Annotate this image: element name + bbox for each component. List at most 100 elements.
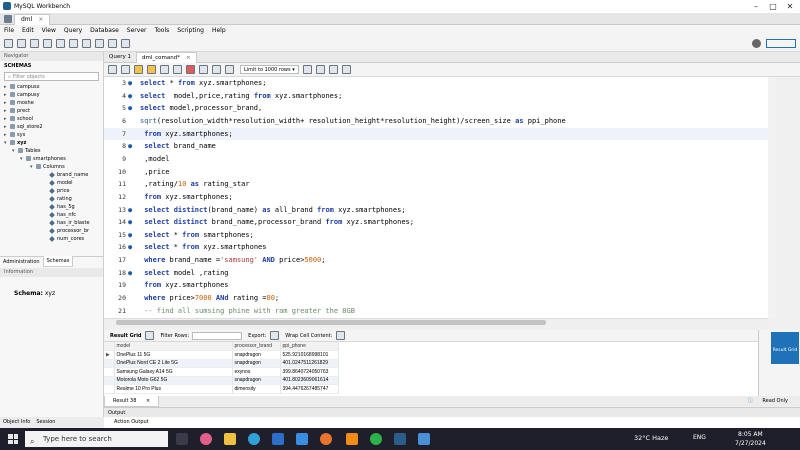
tab-dml-comand[interactable]: dml_comand* × [135, 51, 197, 63]
clock[interactable]: 8:05 AM 7/27/2024 [735, 430, 766, 448]
editor-horizontal-scrollbar[interactable] [104, 318, 768, 326]
table-cell-model[interactable]: Realme 10 Pro Plus [114, 384, 233, 394]
code-text[interactable]: -- find all sumsing phine with ram great… [140, 305, 355, 318]
app-icon[interactable] [418, 433, 430, 445]
menu-file[interactable]: File [0, 25, 18, 36]
table-cell-model[interactable]: OnePlus 11 5G [114, 350, 233, 360]
column-item[interactable]: has_nfc [4, 211, 103, 219]
action-output-select[interactable]: Action Output [114, 419, 149, 425]
tab-query-1[interactable]: Query 1 [104, 52, 136, 63]
table-cell-processor-brand[interactable]: snapdragon [232, 350, 281, 360]
table-cell-model[interactable]: OnePlus Nord CE 2 Lite 5G [114, 359, 233, 368]
code-line[interactable]: 13 ● select distinct(brand_name) as all_b… [104, 204, 768, 217]
code-line[interactable]: 12 from xyz.smartphones; [104, 191, 768, 204]
settings-gear-icon[interactable] [752, 39, 761, 48]
column-item[interactable]: num_cores [4, 235, 103, 243]
code-text[interactable]: select distinct(brand_name) as all_brand… [140, 204, 405, 217]
firefox-icon[interactable] [320, 433, 332, 445]
menu-query[interactable]: Query [60, 25, 86, 36]
menu-help[interactable]: Help [208, 25, 230, 36]
table-cell-processor-brand[interactable]: snapdragon [232, 376, 281, 385]
schema-prect[interactable]: ▸ prect [4, 107, 103, 115]
code-line[interactable]: 14 ● select distinct brand_name,processor… [104, 216, 768, 229]
tab-object-info[interactable]: Object Info [0, 417, 33, 428]
taskbar-search-input[interactable]: ⌕ Type here to search [25, 431, 168, 447]
tray-language[interactable]: ENG [693, 434, 706, 441]
commit-icon[interactable] [199, 65, 208, 74]
code-line[interactable]: 6 sqrt(resolution_width*resolution_width+… [104, 115, 768, 128]
editor-vertical-scrollbar[interactable] [768, 77, 776, 318]
code-line[interactable]: 4 ● select model,price,rating from xyz.sma… [104, 90, 768, 103]
column-item[interactable]: has_ir_blaste [4, 219, 103, 227]
create-schema-icon[interactable] [43, 39, 52, 48]
column-item[interactable]: processor_br [4, 227, 103, 235]
grid-icon[interactable] [145, 331, 155, 340]
table-row[interactable]: Samsung Galaxy A14 5G exynos 399.864072405… [104, 367, 339, 377]
tab-schemas[interactable]: Schemas [42, 256, 74, 267]
windows-start-icon[interactable] [8, 434, 18, 444]
execute-icon[interactable] [134, 65, 143, 74]
layout-toggle-icon[interactable] [766, 39, 796, 48]
code-text[interactable]: from xyz.smartphones; [140, 128, 233, 141]
create-procedure-icon[interactable] [82, 39, 91, 48]
open-sql-script-icon[interactable] [17, 39, 26, 48]
code-line[interactable]: 18 ● select model ,rating [104, 267, 768, 280]
scrollbar-thumb[interactable] [116, 320, 546, 325]
menu-edit[interactable]: Edit [18, 25, 38, 36]
weather-widget[interactable]: 32°C Haze [634, 434, 668, 442]
export-icon[interactable] [270, 331, 280, 340]
autocommit-icon[interactable] [225, 65, 234, 74]
home-icon[interactable] [4, 15, 12, 23]
code-text[interactable]: select * from smartphones; [140, 229, 254, 242]
store-icon[interactable] [296, 433, 308, 445]
code-line[interactable]: 7 from xyz.smartphones; [104, 127, 768, 141]
reconnect-icon[interactable] [121, 39, 130, 48]
schema-sys[interactable]: ▸ sys [4, 131, 103, 139]
code-text[interactable]: where price>7000 ANd rating =80; [140, 292, 279, 305]
schema-school[interactable]: ▸ school [4, 115, 103, 123]
code-line[interactable]: 19 from xyz.smartphones [104, 279, 768, 292]
code-text[interactable]: select distinct brand_name,processor_bra… [140, 216, 414, 229]
code-line[interactable]: 16 ● select * from xyz.smartphones [104, 241, 768, 254]
edge-icon[interactable] [248, 433, 260, 445]
code-text[interactable]: select * from xyz.smartphones; [140, 77, 266, 90]
invisible-chars-icon[interactable] [328, 65, 338, 74]
menu-tools[interactable]: Tools [150, 25, 173, 36]
mail-icon[interactable] [272, 433, 284, 445]
code-line[interactable]: 8 ● select brand_name [104, 140, 768, 153]
table-cell-ppi-phone[interactable]: 525.9210168998101 [280, 350, 339, 360]
table-cell-model[interactable]: Samsung Galaxy A14 5G [114, 367, 233, 377]
column-item[interactable]: model [4, 179, 103, 187]
column-header-model[interactable]: model [114, 342, 233, 351]
schema-moshe[interactable]: ▸ moshe [4, 99, 103, 107]
table-row[interactable]: Motorola Moto G62 5G snapdragon 401.802360… [104, 376, 339, 385]
menu-database[interactable]: Database [86, 25, 123, 36]
result-grid[interactable]: model processor_brand ppi_phone ▶ OnePlus… [104, 342, 758, 396]
wrap-cell-icon[interactable] [336, 331, 346, 340]
toggle-error-icon[interactable] [186, 65, 195, 74]
code-text[interactable]: sqrt(resolution_width*resolution_width+ … [140, 115, 566, 128]
tab-administration[interactable]: Administration [0, 257, 43, 267]
table-cell-processor-brand[interactable]: dimensity [232, 384, 281, 394]
sql-editor[interactable]: 3 ● select * from xyz.smartphones; 4 ● select… [104, 77, 768, 318]
code-line[interactable]: 11 ,rating/10 as rating_star [104, 178, 768, 191]
open-file-icon[interactable] [108, 65, 117, 74]
code-line[interactable]: 15 ● select * from smartphones; [104, 229, 768, 242]
result-grid-side-button[interactable]: Result Grid [771, 332, 799, 364]
code-line[interactable]: 21 -- find all sumsing phine with ram gr… [104, 305, 768, 318]
menu-view[interactable]: View [38, 25, 60, 36]
create-view-icon[interactable] [69, 39, 78, 48]
table-cell-ppi-phone[interactable]: 394.4476267485747 [280, 384, 339, 394]
code-text[interactable]: select model,price,rating from xyz.smart… [140, 90, 342, 103]
close-icon[interactable]: × [186, 55, 191, 61]
column-header-ppi-phone[interactable]: ppi_phone [280, 342, 339, 351]
column-item[interactable]: price [4, 187, 103, 195]
column-item[interactable]: brand_name [4, 171, 103, 179]
close-icon[interactable]: × [142, 398, 154, 404]
schema-sql-store2[interactable]: ▸ sql_store2 [4, 123, 103, 131]
copilot-icon[interactable] [200, 433, 212, 445]
file-explorer-icon[interactable] [224, 433, 236, 445]
code-line[interactable]: 10 ,price [104, 166, 768, 179]
table-smartphones[interactable]: ▾ smartphones [4, 155, 103, 163]
explain-icon[interactable] [160, 65, 169, 74]
